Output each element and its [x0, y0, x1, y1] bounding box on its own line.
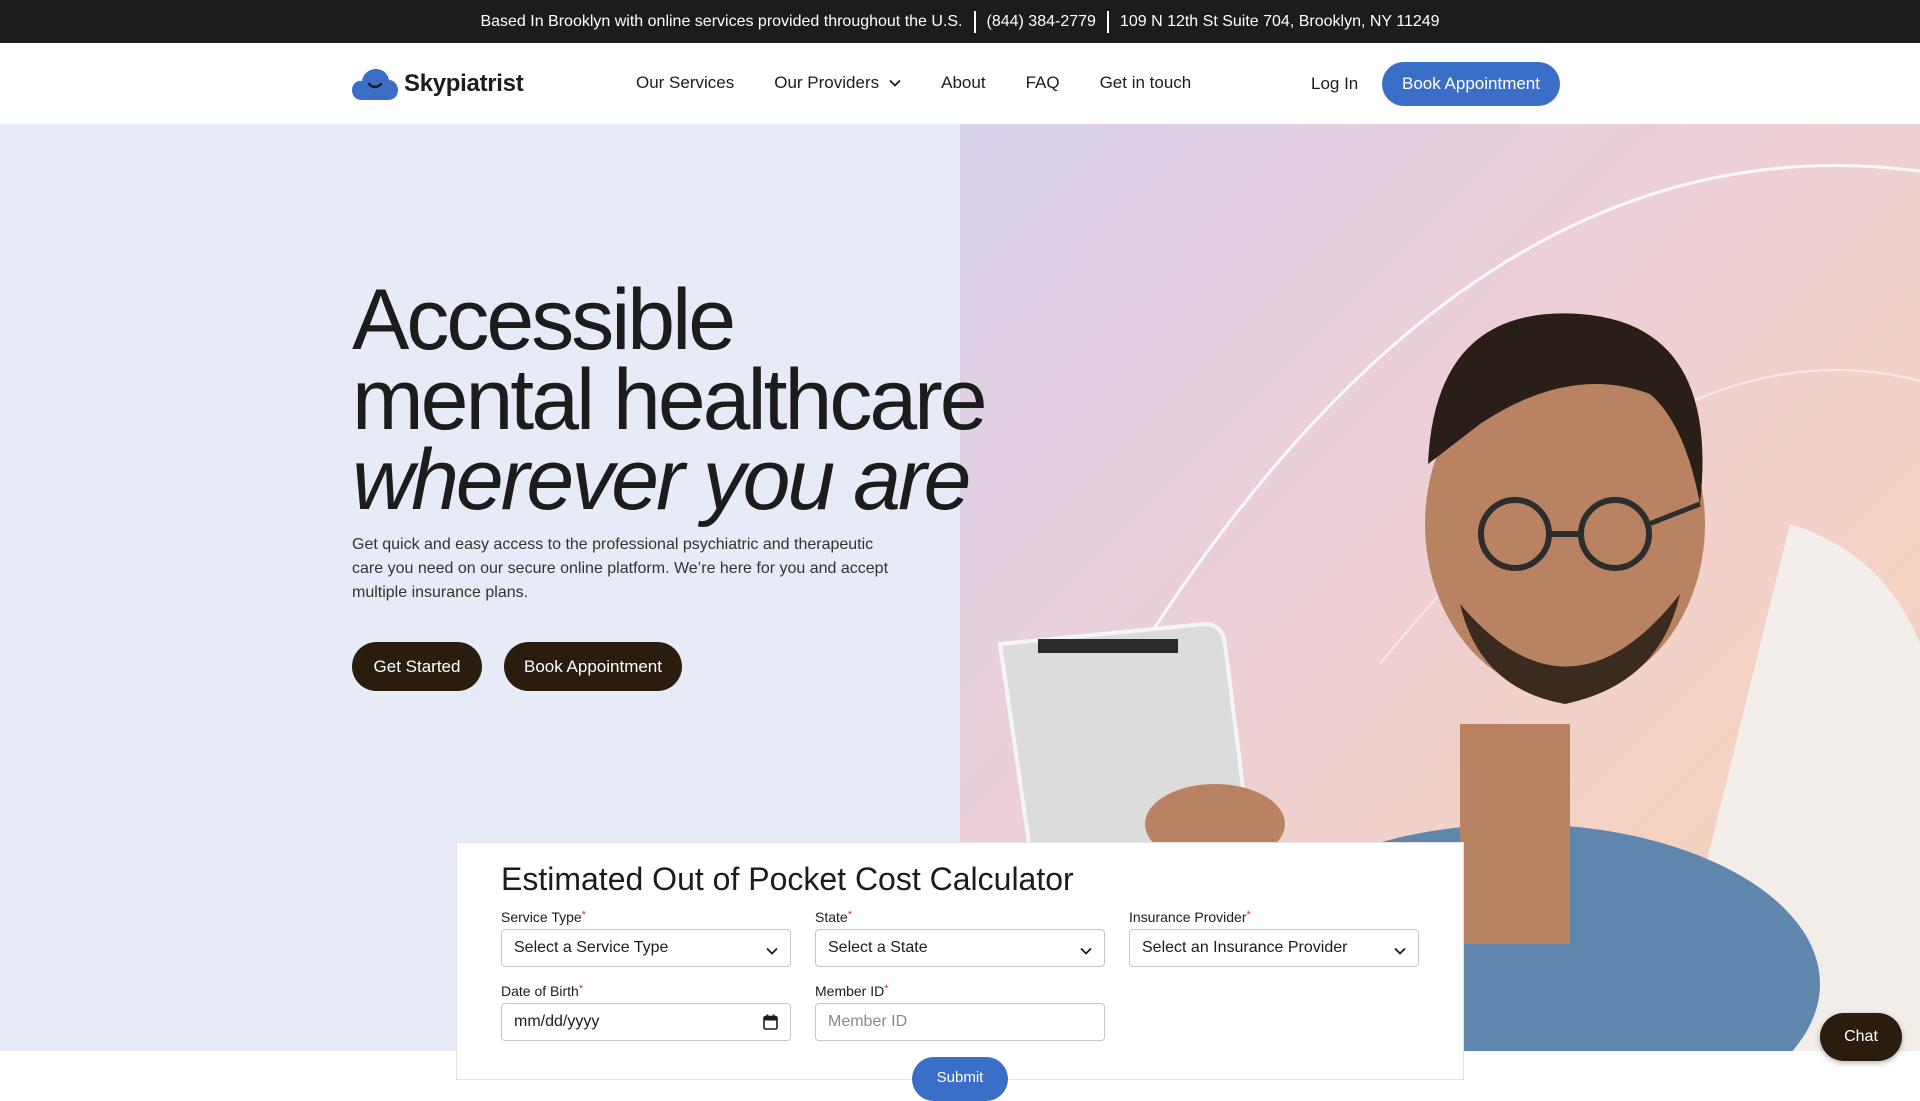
nav-get-in-touch[interactable]: Get in touch: [1100, 73, 1192, 93]
nav-our-services[interactable]: Our Services: [636, 73, 734, 93]
state-value: Select a State: [828, 939, 928, 956]
state-label: State*: [815, 909, 852, 925]
login-link[interactable]: Log In: [1311, 74, 1358, 94]
get-started-button[interactable]: Get Started: [352, 642, 482, 691]
nav-faq[interactable]: FAQ: [1026, 73, 1060, 93]
insurance-provider-label: Insurance Provider*: [1129, 909, 1251, 925]
divider: [973, 10, 976, 33]
chevron-down-icon: [1080, 942, 1092, 960]
date-of-birth-value: mm/dd/yyyy: [514, 1013, 600, 1030]
chevron-down-icon: [1394, 942, 1406, 960]
date-of-birth-label: Date of Birth*: [501, 983, 584, 999]
headline-line-3: wherever you are: [352, 432, 971, 528]
calendar-icon[interactable]: [763, 1014, 778, 1035]
member-id-input[interactable]: [815, 1003, 1105, 1041]
logo[interactable]: Skypiatrist: [352, 67, 524, 101]
cost-calculator: Estimated Out of Pocket Cost Calculator …: [456, 842, 1464, 1101]
insurance-provider-select[interactable]: Select an Insurance Provider: [1129, 929, 1419, 967]
service-type-value: Select a Service Type: [514, 939, 669, 956]
nav-links: Our Services Our Providers About FAQ Get…: [636, 73, 1231, 93]
top-info-bar: Based In Brooklyn with online services p…: [0, 0, 1920, 43]
headline-line-2: mental healthcare: [352, 352, 988, 448]
date-of-birth-field[interactable]: mm/dd/yyyy: [501, 1003, 791, 1041]
insurance-provider-value: Select an Insurance Provider: [1142, 939, 1348, 956]
submit-button[interactable]: Submit: [912, 1057, 1008, 1101]
hero-subtext: Get quick and easy access to the profess…: [352, 536, 889, 601]
nav-our-providers-label: Our Providers: [774, 73, 880, 92]
chat-button[interactable]: Chat: [1820, 1013, 1902, 1061]
headline-line-1: Accessible: [352, 272, 736, 368]
member-id-label: Member ID*: [815, 983, 889, 999]
service-type-label: Service Type*: [501, 909, 586, 925]
chevron-down-icon: [889, 79, 901, 87]
logo-text: Skypiatrist: [404, 70, 524, 97]
service-type-select[interactable]: Select a Service Type: [501, 929, 791, 967]
book-appointment-button[interactable]: Book Appointment: [1382, 62, 1560, 106]
nav-our-providers[interactable]: Our Providers: [774, 73, 901, 93]
main-navigation: Skypiatrist Our Services Our Providers A…: [0, 43, 1920, 124]
hero-headline: Accessible mental healthcare wherever yo…: [352, 272, 988, 528]
nav-about[interactable]: About: [941, 73, 985, 93]
state-select[interactable]: Select a State: [815, 929, 1105, 967]
calculator-title: Estimated Out of Pocket Cost Calculator: [501, 861, 1074, 897]
chevron-down-icon: [766, 942, 778, 960]
cloud-logo-icon: [352, 69, 398, 100]
location-text: Based In Brooklyn with online services p…: [480, 12, 963, 30]
hero-book-appointment-button[interactable]: Book Appointment: [504, 642, 682, 691]
address-text: 109 N 12th St Suite 704, Brooklyn, NY 11…: [1119, 12, 1440, 30]
phone-number[interactable]: (844) 384-2779: [987, 13, 1096, 31]
divider: [1106, 10, 1109, 33]
